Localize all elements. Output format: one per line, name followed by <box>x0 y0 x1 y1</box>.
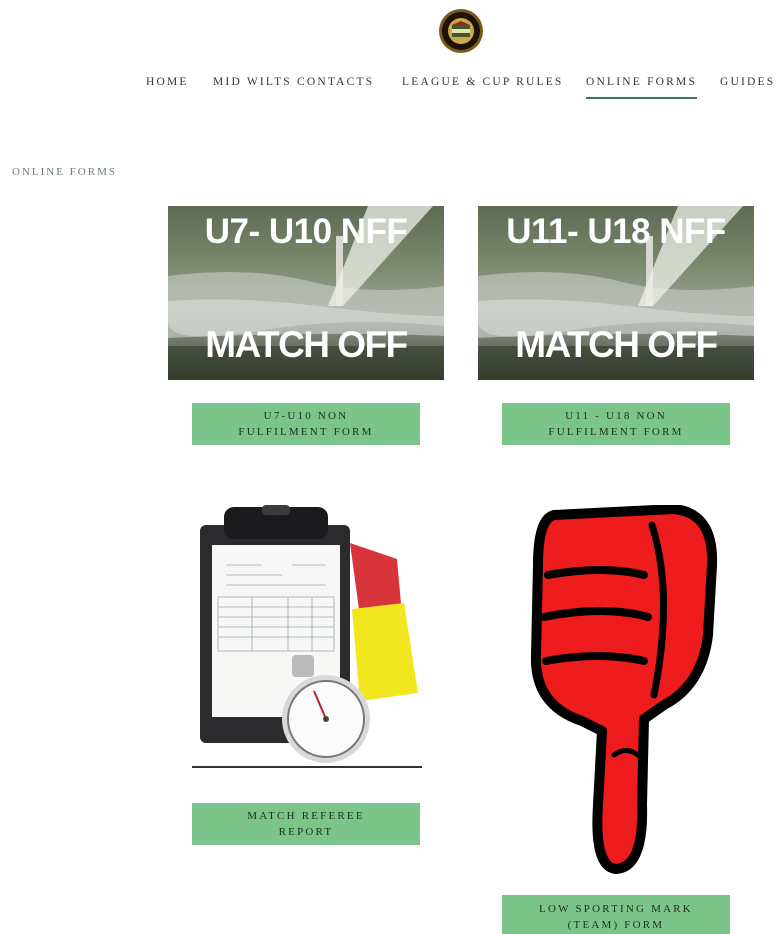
nav-home[interactable]: HOME <box>146 76 189 88</box>
button-line-1: LOW SPORTING MARK <box>539 903 693 915</box>
referee-report-illustration <box>192 505 422 768</box>
button-line-2: (TEAM) FORM <box>567 919 665 931</box>
match-off-text: MATCH OFF <box>205 324 408 365</box>
u7-u10-nff-image[interactable]: U7- U10 NFF MATCH OFF <box>168 206 444 380</box>
u11-u18-nff-image[interactable]: U11- U18 NFF MATCH OFF <box>478 206 754 380</box>
nav-mid-wilts-contacts[interactable]: MID WILTS CONTACTS <box>213 76 374 88</box>
nav-guides[interactable]: GUIDES <box>720 76 775 88</box>
clipboard-stopwatch-cards-icon[interactable] <box>192 505 422 773</box>
u11-u18-non-fulfilment-form-button[interactable]: U11 - U18 NON FULFILMENT FORM <box>502 403 730 445</box>
u7-u10-non-fulfilment-form-button[interactable]: U7-U10 NON FULFILMENT FORM <box>192 403 420 445</box>
nff-title: U7- U10 NFF <box>204 212 408 251</box>
button-line-2: REPORT <box>278 826 334 838</box>
nav-league-cup-rules[interactable]: LEAGUE & CUP RULES <box>402 76 564 88</box>
match-off-text: MATCH OFF <box>515 324 718 365</box>
button-line-1: U7-U10 NON <box>263 410 349 422</box>
thumbs-down-icon[interactable] <box>524 505 720 875</box>
league-crest-logo[interactable] <box>437 7 485 55</box>
thumbs-down-illustration <box>530 505 718 874</box>
button-line-2: FULFILMENT FORM <box>548 426 684 438</box>
low-sporting-mark-team-form-button[interactable]: LOW SPORTING MARK (TEAM) FORM <box>502 895 730 934</box>
button-line-2: FULFILMENT FORM <box>238 426 374 438</box>
button-line-1: MATCH REFEREE <box>247 810 365 822</box>
match-referee-report-button[interactable]: MATCH REFEREE REPORT <box>192 803 420 845</box>
nff-title: U11- U18 NFF <box>506 212 726 251</box>
page-title: ONLINE FORMS <box>12 166 117 178</box>
nav-online-forms[interactable]: ONLINE FORMS <box>586 76 698 99</box>
button-line-1: U11 - U18 NON <box>565 410 667 422</box>
